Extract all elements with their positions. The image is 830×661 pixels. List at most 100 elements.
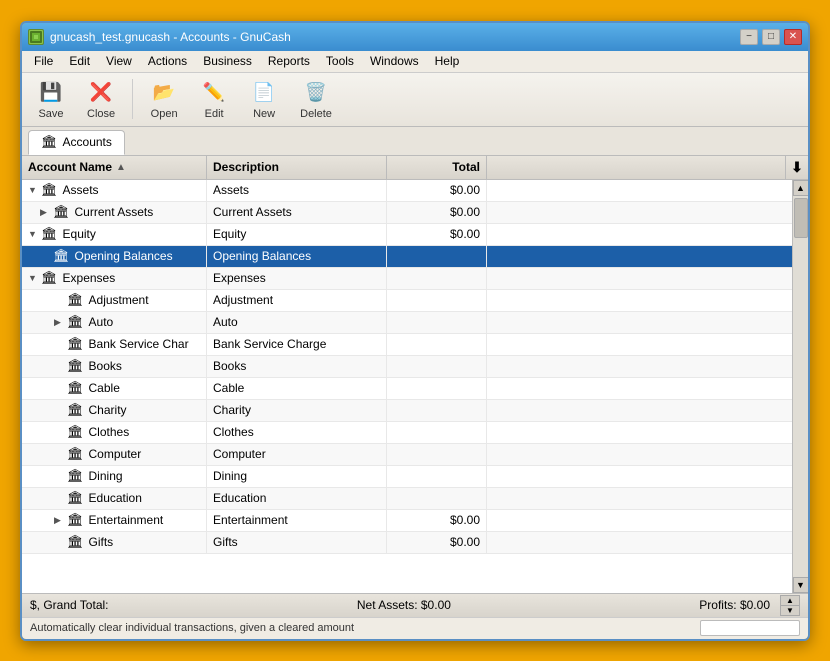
table-row[interactable]: ▶ 🏛 Auto Auto: [22, 312, 792, 334]
account-name: Adjustment: [89, 293, 149, 307]
account-name-cell: ▶ 🏛 Dining: [22, 466, 207, 487]
new-icon: 📄: [250, 78, 278, 106]
maximize-button[interactable]: □: [762, 29, 780, 45]
description-cell: Current Assets: [207, 202, 387, 223]
table-row[interactable]: ▶ 🏛 Current Assets Current Assets $0.00: [22, 202, 792, 224]
menu-item-tools[interactable]: Tools: [318, 52, 362, 70]
table-row[interactable]: ▼ 🏛 Expenses Expenses: [22, 268, 792, 290]
account-icon: 🏛: [67, 358, 84, 374]
edit-label: Edit: [205, 108, 224, 120]
scroll-down-button[interactable]: ▼: [793, 577, 809, 593]
expand-icon[interactable]: ▶: [54, 317, 64, 328]
account-name-cell: ▼ 🏛 Assets: [22, 180, 207, 201]
account-icon: 🏛: [67, 380, 84, 396]
save-label: Save: [38, 108, 63, 120]
total-cell: [387, 334, 487, 355]
description-cell: Auto: [207, 312, 387, 333]
col-description-label: Description: [213, 160, 279, 174]
table-row[interactable]: ▼ 🏛 Assets Assets $0.00: [22, 180, 792, 202]
accounts-tab-label: Accounts: [63, 135, 112, 149]
menu-item-business[interactable]: Business: [195, 52, 260, 70]
menu-item-view[interactable]: View: [98, 52, 140, 70]
extra-cell: [487, 510, 792, 531]
extra-cell: [487, 378, 792, 399]
menu-item-windows[interactable]: Windows: [362, 52, 427, 70]
toolbar-btn-delete[interactable]: 🗑️Delete: [291, 73, 341, 125]
table-row[interactable]: ▶ 🏛 Adjustment Adjustment: [22, 290, 792, 312]
description-cell: Gifts: [207, 532, 387, 553]
minimize-button[interactable]: −: [740, 29, 758, 45]
account-icon: 🏛: [67, 424, 84, 440]
scrollbar[interactable]: ▲ ▼: [792, 180, 808, 593]
table-row[interactable]: ▶ 🏛 Entertainment Entertainment $0.00: [22, 510, 792, 532]
extra-cell: [487, 180, 792, 201]
account-icon: 🏛: [67, 314, 84, 330]
table-row[interactable]: ▶ 🏛 Computer Computer: [22, 444, 792, 466]
status-scroll-down[interactable]: ▼: [781, 606, 799, 615]
close-button[interactable]: ✕: [784, 29, 802, 45]
description-cell: Dining: [207, 466, 387, 487]
grand-total-label: $, Grand Total:: [30, 598, 109, 612]
total-cell: [387, 422, 487, 443]
menu-item-file[interactable]: File: [26, 52, 61, 70]
total-cell: [387, 400, 487, 421]
table-row[interactable]: ▶ 🏛 Gifts Gifts $0.00: [22, 532, 792, 554]
app-icon: [28, 29, 44, 45]
table-row[interactable]: ▶ 🏛 Bank Service Char Bank Service Charg…: [22, 334, 792, 356]
table-row[interactable]: ▶ 🏛 Books Books: [22, 356, 792, 378]
expand-icon[interactable]: ▼: [28, 273, 38, 283]
download-icon: ⬇: [791, 159, 803, 176]
account-name-cell: ▶ 🏛 Cable: [22, 378, 207, 399]
account-icon: 🏛: [67, 490, 84, 506]
table-row[interactable]: ▶ 🏛 Opening Balances Opening Balances: [22, 246, 792, 268]
tab-accounts[interactable]: 🏛 Accounts: [28, 130, 125, 155]
extra-cell: [487, 334, 792, 355]
account-icon: 🏛: [41, 226, 58, 242]
description-cell: Bank Service Charge: [207, 334, 387, 355]
expand-icon[interactable]: ▶: [54, 515, 64, 526]
table-row[interactable]: ▼ 🏛 Equity Equity $0.00: [22, 224, 792, 246]
scrollbar-thumb[interactable]: [794, 198, 808, 238]
expand-icon[interactable]: ▶: [40, 207, 50, 218]
description-cell: Computer: [207, 444, 387, 465]
profits: Profits: $0.00: [699, 598, 770, 612]
account-name: Bank Service Char: [89, 337, 189, 351]
toolbar-btn-new[interactable]: 📄New: [241, 73, 287, 125]
table-row[interactable]: ▶ 🏛 Cable Cable: [22, 378, 792, 400]
menu-item-edit[interactable]: Edit: [61, 52, 98, 70]
toolbar-btn-close[interactable]: ❌Close: [78, 73, 124, 125]
menu-item-actions[interactable]: Actions: [140, 52, 195, 70]
total-cell: $0.00: [387, 532, 487, 553]
account-name-cell: ▶ 🏛 Books: [22, 356, 207, 377]
col-account-name-label: Account Name: [28, 160, 112, 174]
account-name-cell: ▶ 🏛 Clothes: [22, 422, 207, 443]
table-row[interactable]: ▶ 🏛 Charity Charity: [22, 400, 792, 422]
extra-cell: [487, 488, 792, 509]
menu-item-reports[interactable]: Reports: [260, 52, 318, 70]
statusbar: $, Grand Total: Net Assets: $0.00 Profit…: [22, 593, 808, 617]
table-row[interactable]: ▶ 🏛 Dining Dining: [22, 466, 792, 488]
description-cell: Charity: [207, 400, 387, 421]
toolbar-btn-open[interactable]: 📂Open: [141, 73, 187, 125]
menubar: FileEditViewActionsBusinessReportsToolsW…: [22, 51, 808, 73]
table-body: ▼ 🏛 Assets Assets $0.00: [22, 180, 792, 593]
expand-icon[interactable]: ▼: [28, 185, 38, 195]
total-cell: $0.00: [387, 224, 487, 245]
description-cell: Expenses: [207, 268, 387, 289]
expand-icon[interactable]: ▼: [28, 229, 38, 239]
status-scroll-up[interactable]: ▲: [781, 596, 799, 606]
account-name: Computer: [89, 447, 142, 461]
description-cell: Opening Balances: [207, 246, 387, 267]
table-row[interactable]: ▶ 🏛 Education Education: [22, 488, 792, 510]
window-title: gnucash_test.gnucash - Accounts - GnuCas…: [50, 30, 291, 44]
account-icon: 🏛: [67, 402, 84, 418]
toolbar-btn-edit[interactable]: ✏️Edit: [191, 73, 237, 125]
scroll-up-button[interactable]: ▲: [793, 180, 809, 196]
toolbar-btn-save[interactable]: 💾Save: [28, 73, 74, 125]
total-cell: [387, 290, 487, 311]
account-icon: 🏛: [67, 446, 84, 462]
table-row[interactable]: ▶ 🏛 Clothes Clothes: [22, 422, 792, 444]
description-cell: Clothes: [207, 422, 387, 443]
delete-label: Delete: [300, 108, 332, 120]
menu-item-help[interactable]: Help: [427, 52, 468, 70]
